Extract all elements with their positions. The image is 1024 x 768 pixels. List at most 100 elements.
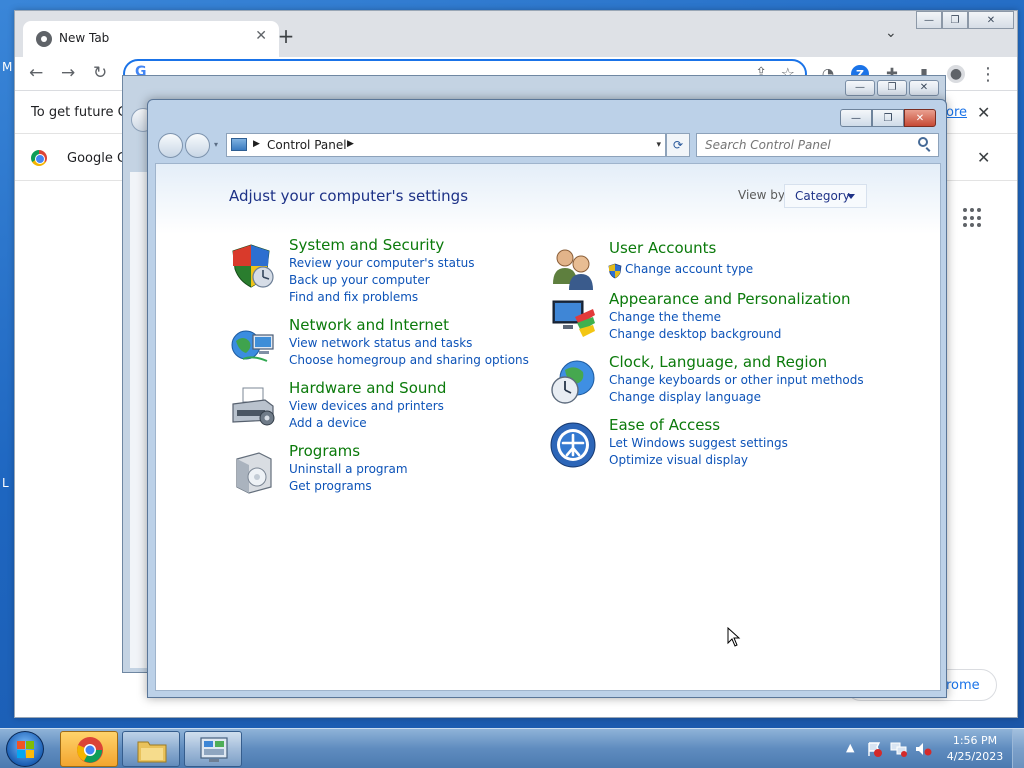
appearance-monitor-icon[interactable] bbox=[549, 295, 597, 343]
printer-icon[interactable] bbox=[229, 384, 277, 432]
default-browser-text: Google Cl bbox=[67, 151, 130, 166]
control-panel-icon bbox=[200, 737, 228, 762]
view-devices-and-printers-link[interactable]: View devices and printers bbox=[289, 399, 444, 413]
tab-close-icon[interactable]: ✕ bbox=[255, 28, 267, 44]
appearance-and-personalization-link[interactable]: Appearance and Personalization bbox=[609, 290, 851, 308]
taskbar-explorer-button[interactable] bbox=[122, 731, 180, 767]
show-hidden-icons-arrow[interactable]: ▲ bbox=[846, 741, 854, 754]
users-icon[interactable] bbox=[549, 244, 597, 292]
view-network-status-link[interactable]: View network status and tasks bbox=[289, 336, 472, 350]
system-and-security-link[interactable]: System and Security bbox=[289, 236, 444, 254]
breadcrumb-control-panel[interactable]: Control Panel bbox=[267, 138, 347, 152]
chrome-tab-strip: New Tab ✕ + ⌄ — ❐ ✕ bbox=[15, 11, 1017, 57]
refresh-icon[interactable]: ⟳ bbox=[666, 133, 690, 157]
chrome-logo-icon bbox=[77, 737, 103, 763]
taskbar: ▲ 1:56 PM 4/25/2023 bbox=[0, 728, 1024, 768]
let-windows-suggest-settings-link[interactable]: Let Windows suggest settings bbox=[609, 436, 788, 450]
control-panel-content: Adjust your computer's settings View by:… bbox=[155, 163, 941, 691]
chrome-close-button[interactable]: ✕ bbox=[968, 11, 1014, 29]
get-programs-link[interactable]: Get programs bbox=[289, 479, 372, 493]
control-panel-small-icon bbox=[231, 138, 247, 151]
profile-avatar-icon[interactable]: ● bbox=[947, 65, 965, 83]
clock-time: 1:56 PM bbox=[952, 734, 998, 747]
chrome-menu-icon[interactable]: ⋮ bbox=[979, 64, 997, 85]
background-maximize-button[interactable]: ❐ bbox=[877, 80, 907, 96]
show-desktop-button[interactable] bbox=[1012, 729, 1024, 768]
change-the-theme-link[interactable]: Change the theme bbox=[609, 310, 721, 324]
control-panel-window-controls: — ❐ ✕ bbox=[840, 109, 936, 127]
forward-arrow-icon[interactable]: → bbox=[61, 63, 75, 83]
page-title: Adjust your computer's settings bbox=[229, 187, 469, 205]
ease-of-access-link[interactable]: Ease of Access bbox=[609, 416, 720, 434]
network-globe-icon[interactable] bbox=[229, 321, 277, 369]
address-bar[interactable]: ▶ Control Panel ▶ ▾ bbox=[226, 133, 666, 157]
uac-shield-icon bbox=[608, 263, 622, 279]
reload-icon[interactable]: ↻ bbox=[93, 63, 107, 83]
network-status-icon[interactable] bbox=[890, 741, 908, 757]
breadcrumb-arrow-icon[interactable]: ▶ bbox=[253, 139, 260, 149]
chrome-minimize-button[interactable]: — bbox=[916, 11, 942, 29]
view-by-dropdown[interactable]: Category bbox=[784, 184, 867, 208]
change-account-type-link[interactable]: Change account type bbox=[625, 262, 753, 276]
windows-logo-icon bbox=[17, 741, 34, 758]
folder-icon bbox=[137, 741, 167, 763]
desktop-icon-label-fragment: M bbox=[2, 60, 13, 74]
default-browser-close-icon[interactable]: ✕ bbox=[977, 148, 990, 167]
tab-search-chevron-icon[interactable]: ⌄ bbox=[885, 25, 897, 41]
info-bar-text: To get future Go bbox=[31, 105, 136, 120]
clock-date: 4/25/2023 bbox=[946, 750, 1004, 763]
cp-minimize-button[interactable]: — bbox=[840, 109, 872, 127]
ease-of-access-icon[interactable] bbox=[549, 421, 597, 469]
find-and-fix-problems-link[interactable]: Find and fix problems bbox=[289, 290, 418, 304]
volume-muted-icon[interactable] bbox=[914, 741, 932, 757]
user-accounts-link[interactable]: User Accounts bbox=[609, 239, 716, 257]
back-up-computer-link[interactable]: Back up your computer bbox=[289, 273, 430, 287]
taskbar-control-panel-button[interactable] bbox=[184, 731, 242, 767]
info-bar-close-icon[interactable]: ✕ bbox=[977, 103, 990, 122]
chrome-tab-new-tab[interactable]: New Tab ✕ bbox=[23, 21, 279, 57]
chrome-tab-title: New Tab bbox=[59, 31, 110, 45]
choose-homegroup-link[interactable]: Choose homegroup and sharing options bbox=[289, 353, 529, 367]
change-display-language-link[interactable]: Change display language bbox=[609, 390, 761, 404]
cp-close-button[interactable]: ✕ bbox=[904, 109, 936, 127]
control-panel-navigation-bar: ▾ ▶ Control Panel ▶ ▾ ⟳ bbox=[156, 131, 939, 159]
clock-language-region-link[interactable]: Clock, Language, and Region bbox=[609, 353, 827, 371]
review-computer-status-link[interactable]: Review your computer's status bbox=[289, 256, 475, 270]
background-close-button[interactable]: ✕ bbox=[909, 80, 939, 96]
search-icon[interactable] bbox=[918, 137, 928, 147]
uninstall-a-program-link[interactable]: Uninstall a program bbox=[289, 462, 408, 476]
view-by-label: View by: bbox=[738, 188, 789, 202]
programs-box-icon[interactable] bbox=[229, 447, 277, 495]
back-arrow-icon[interactable]: ← bbox=[29, 63, 43, 83]
cp-back-button[interactable] bbox=[158, 133, 183, 158]
taskbar-chrome-button[interactable] bbox=[60, 731, 118, 767]
start-button[interactable] bbox=[6, 731, 44, 767]
google-apps-grid-icon[interactable] bbox=[963, 208, 983, 228]
network-and-internet-link[interactable]: Network and Internet bbox=[289, 316, 449, 334]
action-center-flag-icon[interactable] bbox=[866, 741, 882, 757]
cp-maximize-button[interactable]: ❐ bbox=[872, 109, 904, 127]
mouse-pointer-icon bbox=[727, 627, 741, 647]
search-control-panel-input[interactable] bbox=[696, 133, 939, 157]
address-dropdown-icon[interactable]: ▾ bbox=[656, 140, 661, 150]
add-a-device-link[interactable]: Add a device bbox=[289, 416, 367, 430]
breadcrumb-arrow-icon[interactable]: ▶ bbox=[347, 139, 354, 149]
shield-icon[interactable] bbox=[229, 241, 277, 289]
cp-forward-button[interactable] bbox=[185, 133, 210, 158]
programs-link[interactable]: Programs bbox=[289, 442, 360, 460]
info-bar-learn-more-link[interactable]: ore bbox=[946, 105, 967, 120]
new-tab-button[interactable]: + bbox=[275, 24, 297, 48]
change-keyboards-link[interactable]: Change keyboards or other input methods bbox=[609, 373, 864, 387]
recent-pages-dropdown-icon[interactable]: ▾ bbox=[214, 140, 218, 149]
chrome-logo-icon bbox=[31, 150, 47, 166]
background-window-controls: — ❐ ✕ bbox=[845, 80, 939, 96]
change-desktop-background-link[interactable]: Change desktop background bbox=[609, 327, 781, 341]
background-minimize-button[interactable]: — bbox=[845, 80, 875, 96]
optimize-visual-display-link[interactable]: Optimize visual display bbox=[609, 453, 748, 467]
hardware-and-sound-link[interactable]: Hardware and Sound bbox=[289, 379, 446, 397]
clock-globe-icon[interactable] bbox=[549, 358, 597, 406]
system-clock[interactable]: 1:56 PM 4/25/2023 bbox=[944, 733, 1006, 765]
customize-chrome-label: rome bbox=[946, 678, 980, 693]
chrome-maximize-button[interactable]: ❐ bbox=[942, 11, 968, 29]
chrome-tab-favicon-icon bbox=[36, 31, 52, 47]
